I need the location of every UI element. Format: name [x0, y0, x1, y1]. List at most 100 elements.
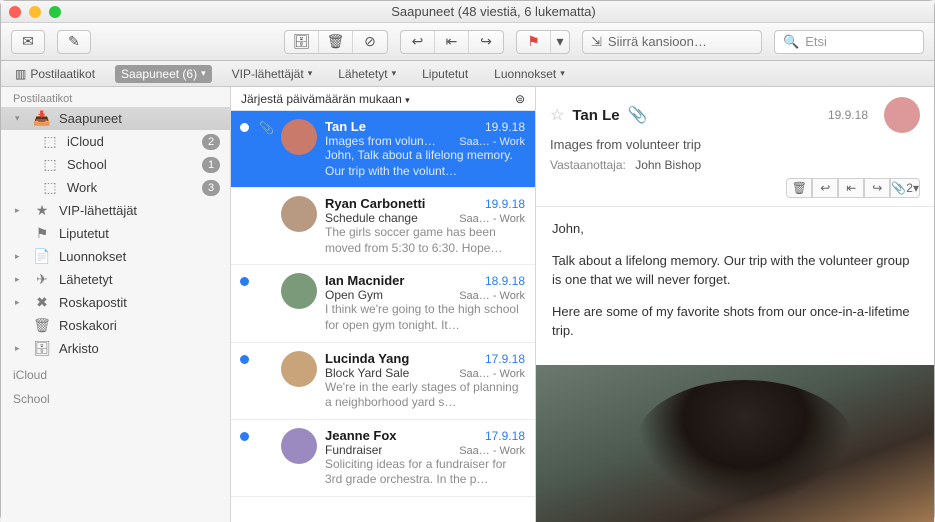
disclosure-triangle-icon[interactable]: ▾ — [15, 113, 25, 124]
sidebar-item-drafts[interactable]: ▸ 📄 Luonnokset — [1, 245, 230, 268]
favorites-bar: ▥ Postilaatikot Saapuneet (6) ▾ VIP-lähe… — [1, 61, 934, 87]
flag-group[interactable]: ⚑ ▾ — [516, 30, 570, 54]
paperplane-icon: ✈ — [33, 271, 51, 288]
message-mailbox: Saa… - Work — [459, 368, 525, 380]
message-row[interactable]: Lucinda Yang17.9.18Block Yard SaleSaa… -… — [231, 343, 535, 420]
disclosure-triangle-icon[interactable]: ▸ — [15, 251, 25, 262]
reader-attachments-button[interactable]: 📎 2 ▾ — [890, 178, 920, 198]
reader-reply-all-button[interactable]: ⇤ — [838, 178, 864, 198]
sidebar-item-sent[interactable]: ▸ ✈ Lähetetyt — [1, 268, 230, 291]
sidebar-item-archive[interactable]: ▸ 🗄 Arkisto — [1, 337, 230, 360]
zoom-window-button[interactable] — [49, 6, 61, 18]
sidebar-account-icloud[interactable]: iCloud — [1, 360, 230, 384]
sidebar-item-label: Luonnokset — [59, 249, 126, 264]
move-to-button[interactable]: ⇲ Siirrä kansioon… — [582, 30, 762, 54]
sidebar-item-trash[interactable]: 🗑 Roskakori — [1, 314, 230, 337]
avatar — [281, 428, 317, 464]
message-row[interactable]: Jeanne Fox17.9.18FundraiserSaa… - WorkSo… — [231, 420, 535, 497]
disclosure-triangle-icon[interactable]: ▸ — [15, 205, 25, 216]
attachment-icon — [259, 351, 273, 411]
star-icon: ★ — [33, 202, 51, 219]
fav-sent-label: Lähetetyt — [338, 67, 387, 81]
message-row[interactable]: Ryan Carbonetti19.9.18Schedule changeSaa… — [231, 188, 535, 265]
reader-forward-button[interactable]: ↪ — [864, 178, 890, 198]
archive-button[interactable]: 🗄 — [285, 31, 319, 53]
unread-badge: 2 — [202, 134, 220, 150]
reader-delete-button[interactable]: 🗑 — [786, 178, 812, 198]
delete-button[interactable]: 🗑 — [319, 31, 353, 53]
sidebar-icon: ▥ — [15, 67, 26, 81]
sidebar-item-inbox[interactable]: ▾ 📥 Saapuneet — [1, 107, 230, 130]
fav-flagged[interactable]: Liputetut — [416, 65, 474, 83]
sidebar-item-label: Roskapostit — [59, 295, 127, 310]
unread-indicator — [237, 351, 251, 411]
tray-icon: ⬚ — [41, 133, 59, 150]
move-icon: ⇲ — [591, 34, 602, 50]
disclosure-triangle-icon[interactable]: ▸ — [15, 343, 25, 354]
attachment-count: 2 — [906, 181, 913, 195]
message-reader: ☆ Tan Le 📎 19.9.18 Images from volunteer… — [536, 87, 934, 522]
sidebar-item-work[interactable]: ⬚ Work 3 — [1, 176, 230, 199]
disclosure-triangle-icon[interactable]: ▸ — [15, 297, 25, 308]
filter-icon[interactable]: ⊜ — [515, 92, 525, 106]
minimize-window-button[interactable] — [29, 6, 41, 18]
sidebar-section-header: Postilaatikot — [1, 87, 230, 107]
reader-body: John, Talk about a lifelong memory. Our … — [536, 207, 934, 365]
chevron-down-icon: ▾ — [308, 68, 313, 79]
message-row[interactable]: 📎Tan Le19.9.18Images from volun…Saa… - W… — [231, 111, 535, 188]
vip-star-icon[interactable]: ☆ — [550, 105, 564, 125]
message-date: 18.9.18 — [485, 274, 525, 288]
sidebar-account-school[interactable]: School — [1, 384, 230, 408]
message-sender: Lucinda Yang — [325, 351, 409, 366]
forward-button[interactable]: ↪ — [469, 31, 503, 53]
main: Postilaatikot ▾ 📥 Saapuneet ⬚ iCloud 2 ⬚… — [1, 87, 934, 522]
get-mail-button[interactable]: ✉︎ — [11, 30, 45, 54]
reader-subject: Images from volunteer trip — [550, 133, 920, 158]
reader-reply-button[interactable]: ↩ — [812, 178, 838, 198]
fav-vip[interactable]: VIP-lähettäjät▾ — [226, 65, 319, 83]
sidebar-item-flagged[interactable]: ⚑ Liputetut — [1, 222, 230, 245]
junk-button[interactable]: ⊘ — [353, 31, 387, 53]
message-subject: Fundraiser — [325, 443, 382, 457]
message-sender: Jeanne Fox — [325, 428, 397, 443]
message-mailbox: Saa… - Work — [459, 290, 525, 302]
message-mailbox: Saa… - Work — [459, 445, 525, 457]
message-sender: Ryan Carbonetti — [325, 196, 425, 211]
message-row[interactable]: Ian Macnider 18.9.18 Open Gym Saa… - WorkI … — [231, 265, 535, 342]
reader-recipient: Vastaanottaja: John Bishop — [550, 158, 920, 172]
message-preview: The girls soccer game has been moved fro… — [325, 225, 525, 256]
search-input[interactable]: 🔍 Etsi — [774, 30, 924, 54]
fav-drafts-label: Luonnokset — [494, 67, 556, 81]
window-controls — [9, 6, 61, 18]
message-subject: Images from volun… — [325, 134, 436, 148]
message-preview: We're in the early stages of planning a … — [325, 380, 525, 411]
flag-menu-chevron[interactable]: ▾ — [551, 31, 569, 53]
compose-button[interactable]: ✎ — [57, 30, 91, 54]
attachment-icon — [259, 273, 273, 333]
reply-button[interactable]: ↩ — [401, 31, 435, 53]
sidebar-item-vip[interactable]: ▸ ★ VIP-lähettäjät — [1, 199, 230, 222]
sidebar-item-junk[interactable]: ▸ ✖ Roskapostit — [1, 291, 230, 314]
sidebar-item-label: iCloud — [67, 134, 104, 149]
reader-attachment-image[interactable] — [536, 365, 934, 522]
sidebar-item-icloud[interactable]: ⬚ iCloud 2 — [1, 130, 230, 153]
disclosure-triangle-icon[interactable]: ▸ — [15, 274, 25, 285]
mailboxes-toggle[interactable]: ▥ Postilaatikot — [9, 65, 101, 83]
archive-delete-group: 🗄 🗑 ⊘ — [284, 30, 388, 54]
close-window-button[interactable] — [9, 6, 21, 18]
sidebar-item-school[interactable]: ⬚ School 1 — [1, 153, 230, 176]
unread-indicator — [237, 428, 251, 488]
window-title: Saapuneet (48 viestiä, 6 lukematta) — [61, 4, 926, 19]
sidebar-item-label: Saapuneet — [59, 111, 122, 126]
message-sender: Ian Macnider — [325, 273, 404, 288]
fav-inbox[interactable]: Saapuneet (6) ▾ — [115, 65, 212, 83]
message-preview: I think we're going to the high school f… — [325, 302, 525, 333]
reply-all-button[interactable]: ⇤ — [435, 31, 469, 53]
sort-bar[interactable]: Järjestä päivämäärän mukaan ▾ ⊜ — [231, 87, 535, 111]
message-mailbox: Saa… - Work — [459, 213, 525, 225]
message-subject: Open Gym — [325, 288, 383, 302]
fav-drafts[interactable]: Luonnokset▾ — [488, 65, 571, 83]
move-to-label: Siirrä kansioon… — [608, 34, 707, 49]
fav-sent[interactable]: Lähetetyt▾ — [332, 65, 402, 83]
attachment-icon — [259, 196, 273, 256]
